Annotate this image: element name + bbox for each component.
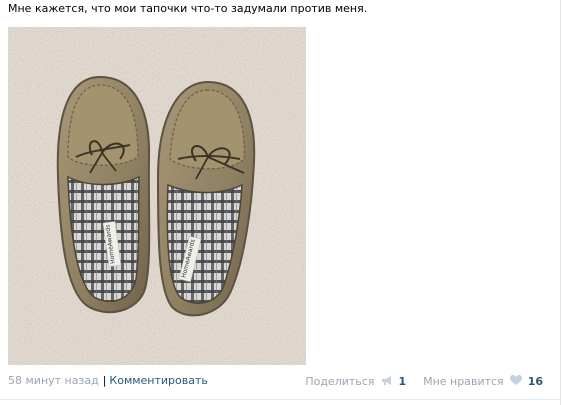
bottom-divider: [0, 399, 560, 400]
meta-separator: |: [102, 374, 107, 387]
heart-icon: [510, 375, 523, 385]
share-label: Поделиться: [305, 375, 375, 388]
share-count: 1: [398, 375, 407, 388]
right-border: [560, 0, 561, 405]
megaphone-icon: [381, 376, 391, 385]
post-meta: 58 минут назад | Комментировать: [8, 374, 208, 388]
share-button[interactable]: Поделиться 1: [305, 374, 406, 389]
post-actions: Поделиться 1 Мне нравится 16: [305, 374, 543, 389]
post-time[interactable]: 58 минут назад: [8, 374, 99, 387]
comment-link[interactable]: Комментировать: [109, 374, 207, 387]
post-text: Мне кажется, что мои тапочки что-то заду…: [8, 2, 368, 15]
like-label: Мне нравится: [423, 375, 504, 388]
post-footer: 58 минут назад | Комментировать Поделиться…: [8, 374, 543, 390]
like-count: 16: [527, 375, 543, 388]
like-button[interactable]: Мне нравится 16: [423, 374, 543, 389]
left-slipper: HomeAwards: [56, 75, 151, 314]
post-photo[interactable]: HomeAwards HomeAwards: [8, 27, 306, 365]
